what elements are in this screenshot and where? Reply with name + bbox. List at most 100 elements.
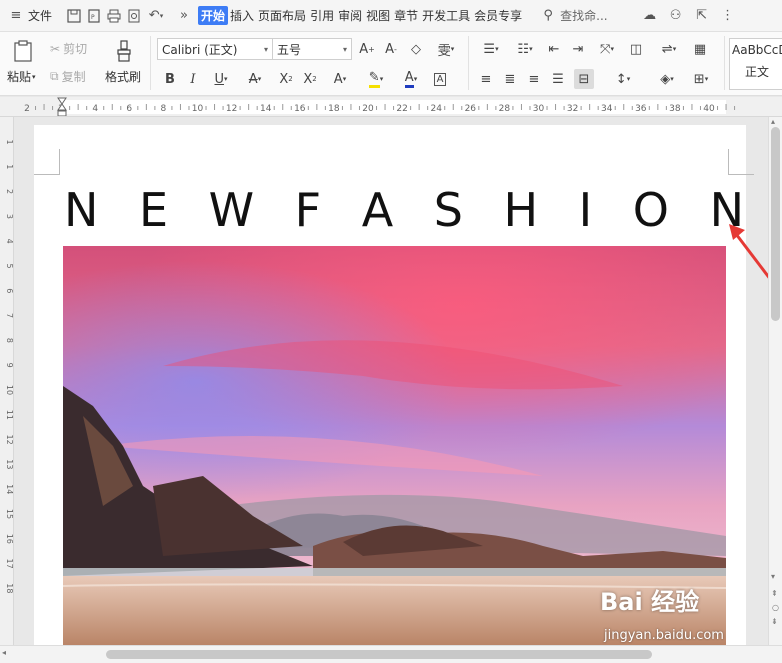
- pinyin-guide-icon[interactable]: 雯 ▾: [432, 39, 460, 59]
- tab-insert[interactable]: 插入: [228, 7, 256, 24]
- underline-icon[interactable]: U ▾: [206, 69, 236, 89]
- decrease-font-size-icon[interactable]: A-: [381, 39, 401, 59]
- highlight-color-icon[interactable]: ✎ ▾: [360, 69, 392, 89]
- format-painter-icon[interactable]: [112, 38, 136, 64]
- vruler-tick-label: 8: [5, 338, 14, 343]
- share-user-icon[interactable]: ⚇: [666, 6, 686, 26]
- tab-member[interactable]: 会员专享: [472, 7, 524, 24]
- cloud-sync-icon[interactable]: ☁: [640, 6, 660, 26]
- copy-label: 复制: [61, 70, 86, 84]
- tab-developer[interactable]: 开发工具: [420, 7, 472, 24]
- save-icon[interactable]: [64, 6, 84, 26]
- style-normal-preview[interactable]: AaBbCcDd 正文: [729, 38, 782, 90]
- distributed-align-icon[interactable]: ⊟: [574, 69, 594, 89]
- hscrollbar-thumb[interactable]: [106, 650, 652, 659]
- vruler-tick-label: 1: [5, 139, 14, 144]
- tab-view[interactable]: 视图: [364, 7, 392, 24]
- clear-format-icon[interactable]: ◇: [406, 39, 426, 59]
- more-chevron-icon[interactable]: »: [174, 6, 194, 26]
- vertical-ruler[interactable]: 1 1 2 3 4 5 6 7 8 9 10 11 12 13 14 15 16 17 18: [0, 117, 14, 645]
- export-pdf-icon[interactable]: P: [84, 6, 104, 26]
- copy-icon: ⧉: [50, 69, 59, 83]
- line-spacing-icon[interactable]: ↕ ▾: [608, 69, 638, 89]
- align-left-icon[interactable]: ≡: [476, 69, 496, 89]
- vruler-tick-label: 17: [5, 559, 14, 569]
- font-color-icon[interactable]: A ▾: [396, 69, 426, 89]
- vruler-tick-label: 12: [5, 435, 14, 445]
- superscript-icon[interactable]: X2: [276, 69, 296, 89]
- scroll-up-arrow-icon[interactable]: ▴: [771, 117, 775, 126]
- vruler-tick-label: 15: [5, 509, 14, 519]
- horizontal-ruler[interactable]: 2246810121416182022242628303234363840: [0, 97, 782, 117]
- tab-home[interactable]: 开始: [198, 6, 229, 25]
- font-size-select[interactable]: 五号 ▾: [272, 38, 352, 60]
- scissors-icon: ✂: [50, 41, 61, 56]
- search-icon[interactable]: ⚲: [538, 6, 558, 26]
- undo-icon[interactable]: ↶ ▾: [144, 6, 168, 26]
- ruler-ticks: 2246810121416182022242628303234363840: [24, 104, 736, 114]
- indent-marker-icon[interactable]: [57, 97, 67, 116]
- tab-section[interactable]: 章节: [392, 7, 420, 24]
- ruler-tick-label: 8: [161, 104, 167, 114]
- justify-icon[interactable]: ☰: [548, 69, 568, 89]
- vruler-tick-label: 6: [5, 288, 14, 293]
- align-center-icon[interactable]: ≣: [500, 69, 520, 89]
- margin-corner-top-left: [34, 149, 60, 175]
- show-hide-marks-icon[interactable]: ◫: [626, 39, 646, 59]
- next-page-icon[interactable]: ⇟: [771, 617, 778, 626]
- more-options-icon[interactable]: ⋮: [718, 6, 738, 26]
- format-painter-button[interactable]: 格式刷: [105, 68, 141, 85]
- vertical-scrollbar[interactable]: ▴ ▾ ⇞ ○ ⇟: [768, 117, 782, 645]
- character-border-icon[interactable]: A: [430, 69, 450, 89]
- search-command-input[interactable]: 查找命...: [558, 7, 609, 24]
- text-effect-icon[interactable]: A ▾: [326, 69, 354, 89]
- document-canvas[interactable]: NEWFASHION: [14, 117, 768, 645]
- document-page[interactable]: NEWFASHION: [34, 125, 754, 645]
- print-preview-icon[interactable]: [124, 6, 144, 26]
- table-grid-icon[interactable]: ▦: [690, 39, 710, 59]
- font-name-select[interactable]: Calibri (正文) ▾: [157, 38, 273, 60]
- file-menu[interactable]: 文件: [26, 7, 54, 24]
- vruler-tick-label: 9: [5, 363, 14, 368]
- increase-font-size-icon[interactable]: A +: [357, 39, 377, 59]
- vruler-tick-label: 13: [5, 459, 14, 469]
- vruler-tick-label: 5: [5, 263, 14, 268]
- tab-review[interactable]: 审阅: [336, 7, 364, 24]
- subscript-icon[interactable]: X2: [300, 69, 320, 89]
- numbered-list-icon[interactable]: ☷ ▾: [510, 39, 540, 59]
- vruler-tick-label: 1: [5, 164, 14, 169]
- paste-label: 粘贴: [7, 70, 32, 84]
- select-browse-object-icon[interactable]: ○: [772, 603, 779, 612]
- print-icon[interactable]: [104, 6, 124, 26]
- chinese-layout-icon[interactable]: ⤧ ▾: [592, 39, 622, 59]
- scrollbar-thumb[interactable]: [771, 127, 780, 321]
- text-direction-icon[interactable]: ⇌ ▾: [654, 39, 684, 59]
- bold-icon[interactable]: B: [160, 69, 180, 89]
- tab-references[interactable]: 引用: [308, 7, 336, 24]
- bullet-list-icon[interactable]: ☰ ▾: [476, 39, 506, 59]
- scroll-left-arrow-icon[interactable]: ◂: [2, 648, 6, 657]
- share-export-icon[interactable]: ⇱: [692, 6, 712, 26]
- tab-page-layout[interactable]: 页面布局: [256, 7, 308, 24]
- copy-button[interactable]: ⧉ 复制: [50, 68, 86, 85]
- borders-icon[interactable]: ⊞ ▾: [686, 69, 716, 89]
- title-letter: N: [64, 183, 99, 237]
- vruler-tick-label: 18: [5, 583, 14, 593]
- strikethrough-icon[interactable]: A ▾: [240, 69, 270, 89]
- paste-button[interactable]: 粘贴 ▾: [7, 68, 36, 85]
- prev-page-icon[interactable]: ⇞: [771, 589, 778, 598]
- hamburger-menu-icon[interactable]: ≡: [6, 6, 26, 26]
- italic-icon[interactable]: I: [183, 69, 203, 89]
- horizontal-scrollbar[interactable]: ◂: [0, 645, 782, 663]
- scroll-down-arrow-icon[interactable]: ▾: [771, 572, 775, 581]
- document-title-newfashion[interactable]: NEWFASHION: [64, 183, 744, 237]
- increase-indent-icon[interactable]: ⇥: [568, 39, 588, 59]
- margin-corner-top-right: [728, 149, 754, 175]
- shading-icon[interactable]: ◈ ▾: [652, 69, 682, 89]
- title-letter: S: [433, 183, 463, 237]
- paste-icon[interactable]: [10, 38, 36, 64]
- align-right-icon[interactable]: ≡: [524, 69, 544, 89]
- title-letter: H: [503, 183, 539, 237]
- cut-button[interactable]: ✂ 剪切: [50, 40, 87, 57]
- decrease-indent-icon[interactable]: ⇤: [544, 39, 564, 59]
